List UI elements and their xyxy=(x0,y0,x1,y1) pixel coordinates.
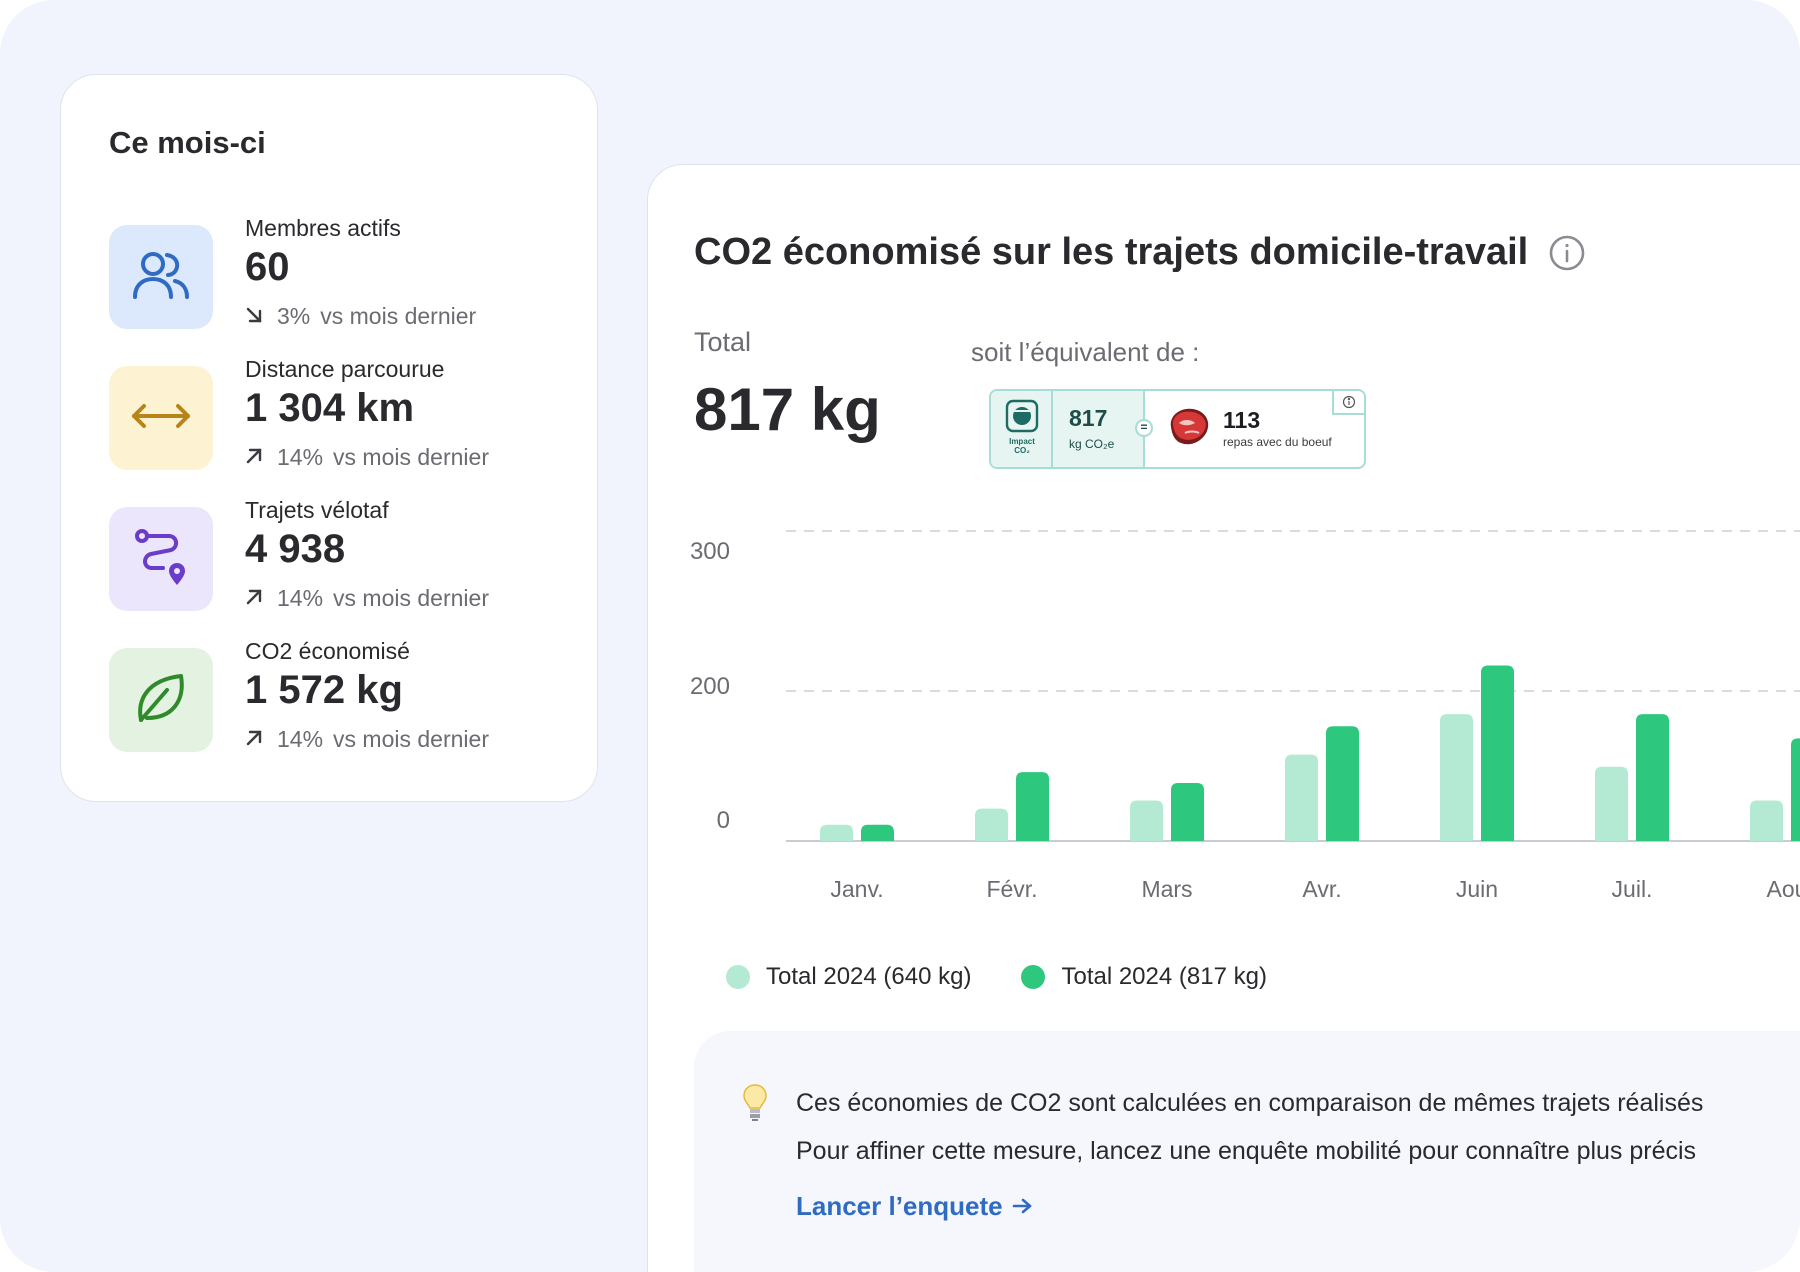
stats-card-title: Ce mois-ci xyxy=(109,125,266,160)
y-tick-label: 200 xyxy=(690,673,730,700)
stat-bike-trips: Trajets vélotaf 4 938 14% vs mois dernie… xyxy=(109,497,579,617)
impact-logo-co2: CO₂ xyxy=(1014,446,1030,455)
stat-label: Trajets vélotaf xyxy=(245,497,389,523)
y-tick-label: 300 xyxy=(690,538,730,565)
co2-chart-card: CO2 économisé sur les trajets domicile-t… xyxy=(647,164,1800,1272)
users-icon xyxy=(131,249,191,306)
x-tick-label: Avr. xyxy=(1302,876,1341,902)
stat-label: CO2 économisé xyxy=(245,638,410,664)
trend-percent: 14% xyxy=(277,444,324,470)
stat-value: 1 304 km xyxy=(245,386,415,430)
trend-percent: 14% xyxy=(277,726,324,752)
stat-icon-box xyxy=(109,225,213,329)
chart-bar xyxy=(975,808,1008,841)
stat-icon-box xyxy=(109,507,213,611)
meal-count: 113 xyxy=(1223,407,1261,433)
stat-value: 4 938 xyxy=(245,527,346,571)
trend-percent: 14% xyxy=(277,585,324,611)
x-tick-label: Juil. xyxy=(1612,876,1653,902)
chart-title-text: CO2 économisé sur les trajets domicile-t… xyxy=(694,231,1529,273)
chart-bar xyxy=(1595,766,1628,841)
chart-bar xyxy=(1791,738,1800,841)
tip-text-line-2: Pour affiner cette mesure, lancez une en… xyxy=(796,1137,1697,1165)
impact-kg-value: 817 xyxy=(1069,405,1108,431)
arrow-up-right-icon xyxy=(245,444,277,471)
legend-item-series-2: Total 2024 (817 kg) xyxy=(1021,963,1267,991)
trend-percent: 3% xyxy=(277,303,311,329)
stat-trend: 14% vs mois dernier xyxy=(245,444,489,471)
stat-trend: 14% vs mois dernier xyxy=(245,726,489,753)
chart-bar xyxy=(861,824,894,841)
arrow-right-icon xyxy=(1003,1191,1033,1222)
stat-active-members: Membres actifs 60 3% vs mois dernier xyxy=(109,215,579,335)
impact-kg-unit: kg CO₂e xyxy=(1069,437,1115,451)
total-label: Total xyxy=(694,327,752,357)
chart-bar xyxy=(1636,714,1669,841)
stat-icon-box xyxy=(109,648,213,752)
chart-legend: Total 2024 (640 kg) Total 2024 (817 kg) xyxy=(726,963,1317,991)
steak-icon xyxy=(1165,405,1213,454)
x-tick-label: Aou xyxy=(1767,876,1800,902)
equivalent-label: soit l’équivalent de : xyxy=(971,337,1200,367)
legend-dot-dark xyxy=(1021,965,1046,989)
stat-label: Membres actifs xyxy=(245,215,401,241)
chart-card-title: CO2 économisé sur les trajets domicile-t… xyxy=(694,231,1586,274)
trend-suffix: vs mois dernier xyxy=(333,726,489,752)
arrow-down-right-icon xyxy=(245,303,277,330)
x-tick-label: Janv. xyxy=(830,876,883,902)
total-value: 817 kg xyxy=(694,376,881,443)
impact-co2-logo-icon xyxy=(1005,399,1039,438)
x-tick-label: Juin xyxy=(1456,876,1498,902)
arrow-up-right-icon xyxy=(245,585,277,612)
trend-suffix: vs mois dernier xyxy=(333,444,489,470)
legend-label: Total 2024 (640 kg) xyxy=(766,963,972,990)
legend-item-series-1: Total 2024 (640 kg) xyxy=(726,963,971,991)
arrows-horizontal-icon xyxy=(130,401,192,436)
stat-distance: Distance parcourue 1 304 km 14% vs mois … xyxy=(109,356,579,476)
x-tick-label: Févr. xyxy=(986,876,1037,902)
co2-tip-box: Ces économies de CO2 sont calculées en c… xyxy=(694,1031,1800,1272)
arrow-up-right-icon xyxy=(245,726,277,753)
leaf-icon xyxy=(133,670,189,731)
chart-bar xyxy=(1750,800,1783,841)
chart-bar xyxy=(1285,754,1318,841)
legend-label: Total 2024 (817 kg) xyxy=(1061,963,1267,990)
y-tick-label: 0 xyxy=(717,807,730,834)
stat-co2-saved: CO2 économisé 1 572 kg 14% vs mois derni… xyxy=(109,638,579,758)
chart-bar xyxy=(1171,782,1204,841)
dashboard-canvas: Ce mois-ci Membres actifs 60 3% vs mois … xyxy=(0,0,1800,1272)
impact-logo-word: Impact xyxy=(1009,437,1035,446)
impact-info-icon[interactable] xyxy=(1332,391,1364,415)
equals-sign: = xyxy=(1135,419,1153,437)
chart-bar xyxy=(820,824,853,841)
chart-bar xyxy=(1016,772,1049,841)
chart-bar xyxy=(1440,714,1473,841)
monthly-stats-card: Ce mois-ci Membres actifs 60 3% vs mois … xyxy=(60,74,598,802)
meal-label: repas avec du boeuf xyxy=(1223,435,1332,449)
launch-survey-link[interactable]: Lancer l’enquete xyxy=(796,1191,1033,1222)
chart-bar xyxy=(1481,665,1514,841)
co2-bar-chart: 300 200 0 Janv. Févr. Mars Avr. Juin Juil. Aou xyxy=(690,530,1800,902)
impact-co2-logo: Impact CO₂ xyxy=(991,391,1053,467)
tip-text-line-1: Ces économies de CO2 sont calculées en c… xyxy=(796,1089,1704,1117)
stat-label: Distance parcourue xyxy=(245,356,445,382)
x-tick-label: Mars xyxy=(1141,876,1192,902)
stat-icon-box xyxy=(109,366,213,470)
impact-co2-logo-text: Impact CO₂ xyxy=(991,437,1053,455)
trend-suffix: vs mois dernier xyxy=(333,585,489,611)
route-icon xyxy=(133,527,189,592)
stat-trend: 14% vs mois dernier xyxy=(245,585,489,612)
info-icon[interactable] xyxy=(1548,234,1586,272)
trend-suffix: vs mois dernier xyxy=(320,303,477,329)
chart-bar xyxy=(1326,726,1359,841)
stat-trend: 3% vs mois dernier xyxy=(245,303,476,330)
impact-co2-widget[interactable]: Impact CO₂ 817 kg CO₂e = 113 repas avec … xyxy=(989,389,1366,469)
stat-value: 1 572 kg xyxy=(245,668,403,712)
legend-dot-light xyxy=(726,965,750,989)
chart-bar xyxy=(1130,800,1163,841)
impact-kg-segment: 817 kg CO₂e xyxy=(1053,391,1145,467)
launch-survey-label: Lancer l’enquete xyxy=(796,1191,1003,1221)
stat-value: 60 xyxy=(245,245,290,289)
lightbulb-icon xyxy=(742,1083,768,1128)
